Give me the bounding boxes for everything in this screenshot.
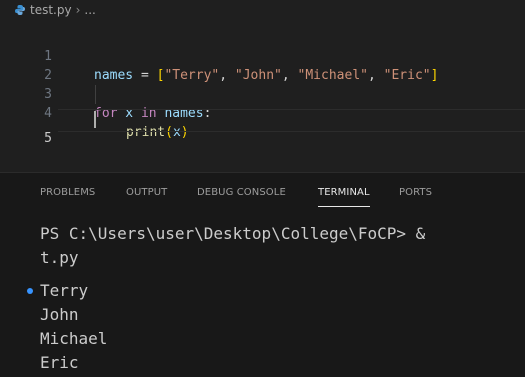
tab-debug-console[interactable]: DEBUG CONSOLE [197, 187, 286, 198]
breadcrumb-symbol[interactable]: ... [84, 3, 95, 17]
terminal-line[interactable]: Terry [40, 279, 525, 303]
terminal-line[interactable]: John [40, 303, 525, 327]
panel-tabs: PROBLEMS OUTPUT DEBUG CONSOLE TERMINAL P… [0, 173, 525, 213]
code-line-3[interactable]: 3 for x in names: [0, 66, 525, 121]
breadcrumb: test.py › ... [14, 2, 96, 18]
terminal-line[interactable]: Michael [40, 327, 525, 351]
tab-terminal[interactable]: TERMINAL [318, 187, 370, 198]
terminal-line[interactable]: PS C:\Users\user\Desktop\College\FoCP> & [40, 222, 525, 246]
code-line-2[interactable]: 2 [0, 47, 525, 83]
indent-guide [95, 85, 96, 104]
code-line-5[interactable]: 5 [0, 110, 525, 146]
tab-ports[interactable]: PORTS [399, 187, 432, 198]
tab-problems[interactable]: PROBLEMS [40, 187, 95, 198]
active-tab-indicator [318, 206, 370, 207]
text-cursor [94, 111, 96, 128]
tab-output[interactable]: OUTPUT [126, 187, 167, 198]
python-file-icon [14, 4, 26, 16]
breadcrumb-file[interactable]: test.py [30, 3, 72, 17]
code-line-1[interactable]: 1 names = ["Terry", "John", "Michael", "… [0, 28, 525, 83]
breadcrumb-separator-icon: › [75, 3, 81, 17]
terminal-line[interactable]: Eric [40, 351, 525, 375]
terminal-line[interactable]: t.py [40, 246, 525, 270]
line-number: 5 [44, 131, 52, 146]
code-line-4[interactable]: 4 print(x) [0, 85, 525, 140]
command-decoration-dot[interactable] [27, 288, 33, 294]
code-editor[interactable]: test.py › ... 1 names = ["Terry", "John"… [0, 0, 525, 172]
